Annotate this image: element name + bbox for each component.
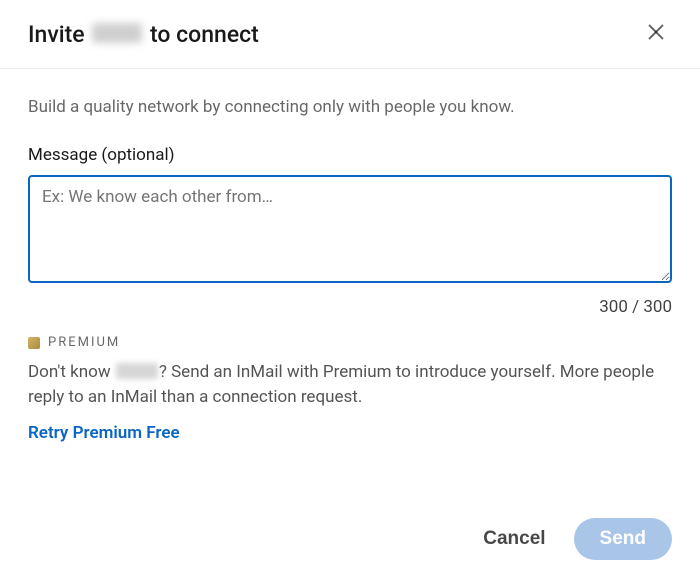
modal-title: Invite to connect bbox=[28, 21, 259, 48]
subtitle-text: Build a quality network by connecting on… bbox=[28, 97, 672, 117]
redacted-name bbox=[92, 23, 142, 43]
redacted-name-small bbox=[116, 363, 158, 379]
close-icon bbox=[645, 21, 667, 47]
modal-footer: Cancel Send bbox=[0, 498, 700, 584]
title-prefix: Invite bbox=[28, 21, 90, 48]
premium-upsell-text: Don't know ? Send an InMail with Premium… bbox=[28, 360, 672, 409]
premium-text-prefix: Don't know bbox=[28, 362, 115, 382]
retry-premium-link[interactable]: Retry Premium Free bbox=[28, 423, 180, 443]
close-button[interactable] bbox=[640, 18, 672, 50]
premium-badge-label: PREMIUM bbox=[48, 335, 120, 350]
cancel-button[interactable]: Cancel bbox=[469, 518, 559, 560]
invite-modal: Invite to connect Build a quality networ… bbox=[0, 0, 700, 584]
char-counter: 300 / 300 bbox=[28, 297, 672, 317]
send-button[interactable]: Send bbox=[574, 518, 672, 560]
premium-badge-row: PREMIUM bbox=[28, 335, 672, 350]
premium-icon bbox=[28, 337, 40, 349]
message-input[interactable] bbox=[28, 175, 672, 283]
modal-header: Invite to connect bbox=[0, 0, 700, 69]
modal-body: Build a quality network by connecting on… bbox=[0, 69, 700, 498]
title-suffix: to connect bbox=[144, 21, 259, 48]
message-label: Message (optional) bbox=[28, 145, 672, 165]
